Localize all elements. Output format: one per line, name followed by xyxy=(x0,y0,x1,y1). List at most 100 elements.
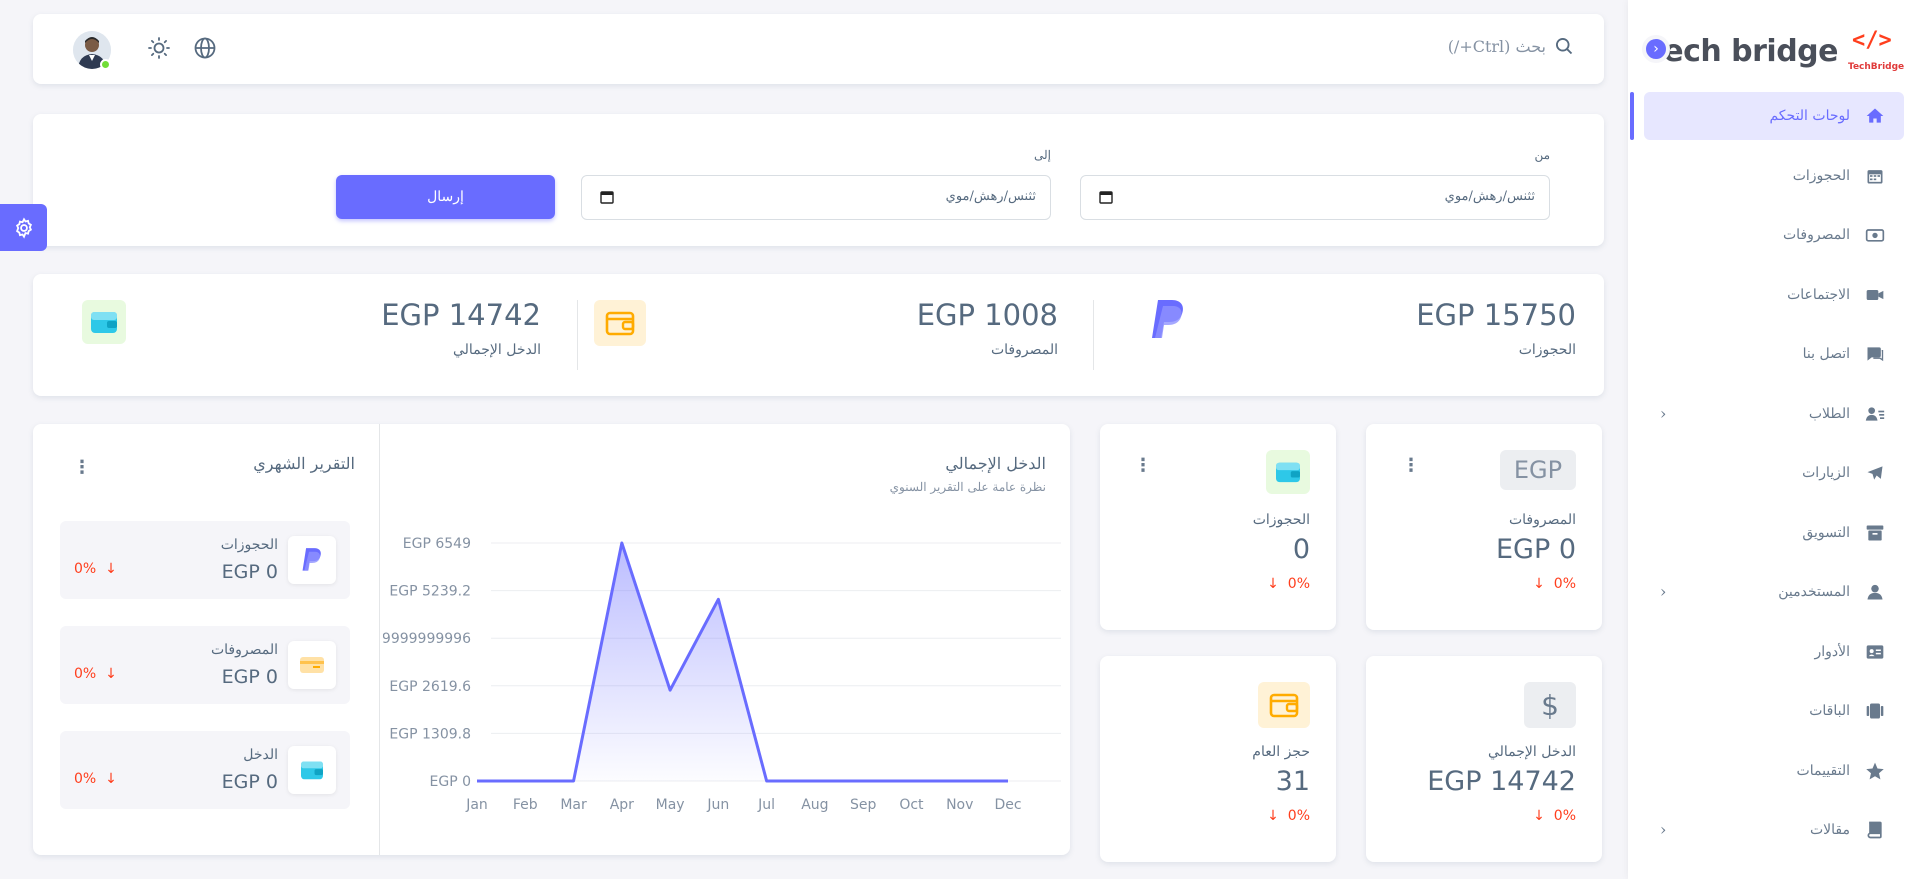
sidebar-menu: لوحات التحكم الحجوزات المصروفات الاجتماعات ا… xyxy=(1644,92,1904,866)
y-tick-label: EGP 2619.6 xyxy=(389,679,471,695)
sidebar-item-calendar[interactable]: الحجوزات xyxy=(1644,152,1904,200)
users-list-icon xyxy=(1864,403,1886,425)
wallet-info-icon xyxy=(82,300,126,344)
monthly-report-title: التقرير الشهري xyxy=(253,454,355,473)
stat-card-expenses: EGP ⋮ المصروفات EGP 0 ↓ 0% xyxy=(1366,424,1602,630)
y-tick-label: EGP 3929.3999999999996 xyxy=(383,631,471,647)
submit-button[interactable]: إرسال xyxy=(336,175,555,219)
from-label: من xyxy=(1534,148,1550,162)
monthly-row-percent-value: 0% xyxy=(74,666,97,682)
sidebar-item-users-list[interactable]: الطلاب ‹ xyxy=(1644,390,1904,438)
sidebar-item-label: الأدوار xyxy=(1814,643,1850,660)
brand-name: tech bridge xyxy=(1649,33,1838,69)
search-placeholder: بحث (Ctrl+/) xyxy=(1447,36,1546,56)
stat-percent-value: 0% xyxy=(1553,808,1576,824)
stat-value: EGP 14742 xyxy=(1427,766,1576,797)
from-date-input[interactable]: ثثنس/رهش/موي xyxy=(1080,175,1550,220)
sidebar-item-user[interactable]: المستخدمين ‹ xyxy=(1644,568,1904,616)
sidebar-item-package[interactable]: الباقات xyxy=(1644,687,1904,735)
language-button[interactable] xyxy=(191,34,219,62)
summary-expenses: EGP 1008 المصروفات xyxy=(917,298,1058,358)
collapse-sidebar-button[interactable]: › xyxy=(1642,35,1670,63)
sidebar-item-label: الاجتماعات xyxy=(1787,286,1850,303)
y-tick-label: EGP 6549 xyxy=(403,536,471,552)
monthly-row-value: EGP 0 xyxy=(221,771,278,793)
x-tick-label: Mar xyxy=(560,797,587,813)
sidebar-item-plane[interactable]: الزيارات xyxy=(1644,449,1904,497)
stat-percent: ↓ 0% xyxy=(1267,576,1310,592)
arrow-down-icon: ↓ xyxy=(1533,576,1545,592)
book-icon xyxy=(1864,819,1886,841)
monthly-row-label: الدخل xyxy=(243,747,278,763)
credit-card-icon xyxy=(288,641,336,689)
stat-menu-button[interactable]: ⋮ xyxy=(1402,457,1420,475)
x-tick-label: Jan xyxy=(465,797,488,813)
x-tick-label: May xyxy=(656,797,685,813)
sidebar-item-label: المصروفات xyxy=(1782,227,1850,243)
stat-card-general-booking: حجز العام 31 ↓ 0% xyxy=(1100,656,1336,862)
search-bar[interactable]: بحث (Ctrl+/) xyxy=(1448,36,1574,56)
stat-card-total-income: $ الدخل الإجمالي EGP 14742 ↓ 0% xyxy=(1366,656,1602,862)
chevron-left-icon: ‹ xyxy=(1660,582,1667,601)
user-icon xyxy=(1864,581,1886,603)
logo-sub: TechBridge xyxy=(1848,62,1905,72)
summary-divider xyxy=(1093,300,1094,370)
from-date-placeholder: ثثنس/رهش/موي xyxy=(1444,189,1535,204)
stat-value: 0 xyxy=(1292,534,1310,565)
sidebar-item-archive[interactable]: التسويق xyxy=(1644,509,1904,557)
arrow-down-icon: ↓ xyxy=(105,666,117,682)
sidebar-item-video[interactable]: الاجتماعات xyxy=(1644,271,1904,319)
sidebar-item-chat[interactable]: اتصل بنا xyxy=(1644,330,1904,378)
income-area-chart: EGP 0 EGP 1309.8 EGP 2619.6 EGP 3929.399999… xyxy=(383,536,1061,813)
stat-label: المصروفات xyxy=(1508,512,1576,528)
paypal-icon xyxy=(1146,298,1190,342)
sidebar-item-star[interactable]: التقييمات xyxy=(1644,747,1904,795)
chevron-right-icon: › xyxy=(1653,41,1659,57)
sidebar-item-home[interactable]: لوحات التحكم xyxy=(1644,92,1904,140)
summary-divider xyxy=(577,300,578,370)
monthly-row-percent-value: 0% xyxy=(74,561,97,577)
sidebar-item-id-card[interactable]: الأدوار xyxy=(1644,628,1904,676)
summary-card: EGP 15750 الحجوزات EGP 1008 المصروفات EG… xyxy=(33,274,1604,396)
sidebar-item-label: اتصل بنا xyxy=(1802,346,1850,362)
wallet-info-icon xyxy=(1266,450,1310,494)
theme-toggle-button[interactable] xyxy=(145,34,173,62)
dollar-icon: $ xyxy=(1524,682,1576,728)
monthly-row-label: المصروفات xyxy=(210,642,278,658)
sidebar-item-label: الزيارات xyxy=(1802,465,1850,481)
monthly-row-percent: 0% ↓ xyxy=(74,771,117,787)
sidebar: tech bridge </> TechBridge › لوحات التحك… xyxy=(1628,0,1920,879)
summary-bookings: EGP 15750 الحجوزات xyxy=(1416,298,1576,358)
paypal-icon xyxy=(288,536,336,584)
stat-percent: ↓ 0% xyxy=(1267,808,1310,824)
monthly-row-percent: 0% ↓ xyxy=(74,666,117,682)
sidebar-item-label: الباقات xyxy=(1809,703,1850,719)
summary-expenses-label: المصروفات xyxy=(990,342,1058,358)
brand-logo: </> TechBridge xyxy=(1848,28,1904,74)
arrow-down-icon: ↓ xyxy=(1267,808,1279,824)
kebab-icon: ⋮ xyxy=(73,457,91,478)
wallet-icon xyxy=(594,300,646,346)
arrow-down-icon: ↓ xyxy=(105,561,117,577)
brand[interactable]: tech bridge </> TechBridge xyxy=(1649,28,1904,74)
active-indicator xyxy=(1630,92,1634,140)
x-tick-label: Jun xyxy=(706,797,729,813)
monthly-row-value: EGP 0 xyxy=(221,666,278,688)
x-tick-label: Jul xyxy=(757,797,775,813)
calendar-icon xyxy=(1099,191,1113,204)
gear-icon xyxy=(15,216,32,239)
sidebar-item-book[interactable]: مقالات ‹ xyxy=(1644,806,1904,854)
to-date-input[interactable]: ثثنس/رهش/موي xyxy=(581,175,1051,220)
y-tick-label: EGP 1309.8 xyxy=(389,726,471,742)
sidebar-item-money[interactable]: المصروفات xyxy=(1644,211,1904,259)
x-tick-label: Aug xyxy=(801,797,828,813)
sidebar-item-label: المستخدمين xyxy=(1778,584,1850,600)
settings-button[interactable] xyxy=(0,204,47,251)
video-icon xyxy=(1864,284,1886,306)
logo-code: </> xyxy=(1852,28,1892,53)
stat-percent-value: 0% xyxy=(1553,576,1576,592)
y-tick-label: EGP 0 xyxy=(430,774,472,790)
monthly-row: الدخل EGP 0 0% ↓ xyxy=(60,731,350,809)
monthly-menu-button[interactable]: ⋮ xyxy=(73,459,91,477)
stat-menu-button[interactable]: ⋮ xyxy=(1134,457,1152,475)
